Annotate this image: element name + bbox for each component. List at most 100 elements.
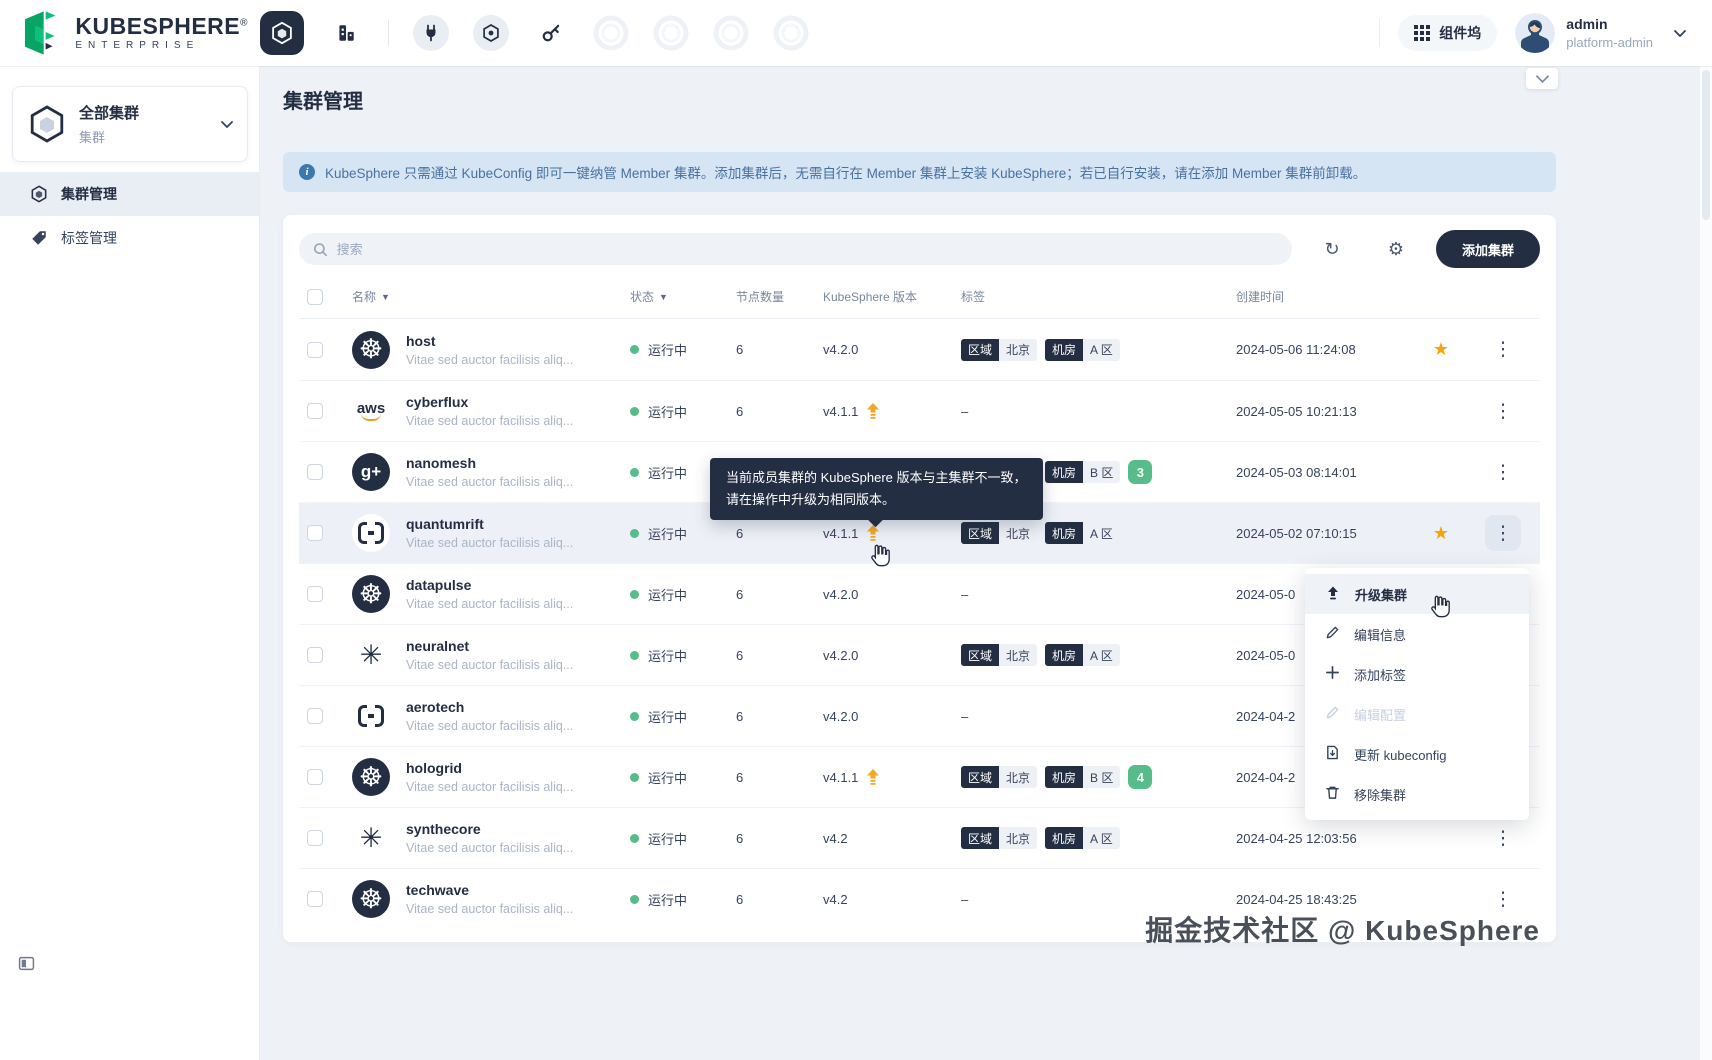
placeholder-ring-icon [713,15,749,51]
menu-item[interactable]: 升级集群 [1305,574,1529,614]
cluster-name-link[interactable]: host [406,333,573,349]
workspace-building-icon[interactable] [328,15,364,51]
node-count: 6 [736,587,823,602]
search-input[interactable] [337,242,1278,257]
tag-count-badge[interactable]: 3 [1128,460,1152,484]
status-cell: 运行中 [630,768,736,787]
favorite-star-icon[interactable]: ★ [1433,339,1449,359]
plug-icon[interactable] [413,15,449,51]
sort-caret-icon[interactable]: ▼ [381,292,390,302]
column-name[interactable]: 名称▼ [352,288,630,305]
column-status[interactable]: 状态▼ [630,288,736,305]
top-nav [260,11,809,55]
created-time: 2024-05-05 10:21:13 [1236,404,1416,419]
settings-gear-button[interactable]: ⚙ [1378,231,1414,267]
favorite-star-icon[interactable]: ★ [1433,523,1449,543]
upgrade-available-icon[interactable] [866,769,880,786]
select-all-checkbox[interactable] [307,289,323,305]
cluster-tag: 机房A 区 [1045,339,1120,361]
cluster-description: Vitae sed auctor facilisis aliq... [406,841,573,855]
row-checkbox[interactable] [307,586,323,602]
sidebar-collapse-icon[interactable] [18,955,36,973]
kubesphere-brand: KUBESPHERE® ENTERPRISE [0,10,248,56]
user-menu[interactable]: admin platform-admin [1515,13,1686,53]
row-more-button[interactable]: ⋮ [1485,820,1521,856]
placeholder-ring-icon [653,15,689,51]
row-checkbox[interactable] [307,769,323,785]
tag-count-badge[interactable]: 4 [1128,765,1152,789]
cluster-description: Vitae sed auctor facilisis aliq... [406,780,573,794]
version-cell: v4.2.0 [823,709,961,724]
status-cell: 运行中 [630,585,736,604]
upgrade-icon [1325,585,1341,604]
column-created: 创建时间 [1236,288,1416,305]
row-checkbox[interactable] [307,708,323,724]
row-checkbox[interactable] [307,403,323,419]
cluster-name-link[interactable]: hologrid [406,760,573,776]
edit-icon [1325,705,1340,723]
row-checkbox[interactable] [307,647,323,663]
cluster-description: Vitae sed auctor facilisis aliq... [406,902,573,916]
cluster-name-link[interactable]: techwave [406,882,573,898]
status-dot [630,651,639,660]
version-cell: v4.2.0 [823,587,961,602]
row-checkbox[interactable] [307,830,323,846]
chevron-down-icon[interactable] [1674,30,1686,37]
row-more-button[interactable]: ⋮ [1485,515,1521,551]
panel-collapse-button[interactable] [1526,68,1558,89]
tags-cell: 区域北京机房B 区4 [961,765,1236,789]
component-dock-button[interactable]: 组件坞 [1398,15,1497,51]
upgrade-available-icon[interactable] [866,525,880,542]
add-cluster-button[interactable]: 添加集群 [1436,230,1540,268]
cluster-description: Vitae sed auctor facilisis aliq... [406,414,573,428]
cluster-cube-icon[interactable] [260,11,304,55]
version-mismatch-tooltip: 当前成员集群的 KubeSphere 版本与主集群不一致， 请在操作中升级为相同… [710,458,1043,520]
scrollbar[interactable] [1700,66,1712,1060]
row-more-button[interactable]: ⋮ [1485,454,1521,490]
row-checkbox[interactable] [307,464,323,480]
row-checkbox[interactable] [307,891,323,907]
sidebar-item-tag-management[interactable]: 标签管理 [0,216,259,260]
table-row[interactable]: awscyberfluxVitae sed auctor facilisis a… [299,380,1540,441]
menu-item-label: 编辑信息 [1354,625,1406,644]
search-box[interactable] [299,233,1292,265]
sort-caret-icon[interactable]: ▼ [659,292,668,302]
cursor-hand-icon [1428,594,1451,624]
row-more-button[interactable]: ⋮ [1485,393,1521,429]
scrollbar-thumb[interactable] [1702,70,1710,220]
menu-item[interactable]: 编辑信息 [1305,614,1529,654]
sidebar-item-cluster-management[interactable]: 集群管理 [0,172,259,216]
status-cell: 运行中 [630,646,736,665]
cluster-scope-selector[interactable]: 全部集群 集群 [12,86,248,162]
cluster-tag: 区域北京 [961,766,1037,788]
cluster-description: Vitae sed auctor facilisis aliq... [406,719,573,733]
node-count: 6 [736,831,823,846]
row-more-button[interactable]: ⋮ [1485,332,1521,368]
menu-item[interactable]: 更新 kubeconfig [1305,734,1529,774]
upgrade-available-icon[interactable] [866,403,880,420]
kubernetes-logo: ☸ [352,575,390,613]
cluster-name-link[interactable]: synthecore [406,821,573,837]
cluster-name-link[interactable]: datapulse [406,577,573,593]
dock-label: 组件坞 [1439,23,1481,43]
node-count: 6 [736,709,823,724]
page-title: 集群管理 [283,85,363,114]
row-checkbox[interactable] [307,342,323,358]
app-header: KUBESPHERE® ENTERPRISE 组件坞 admin platfor… [0,0,1712,66]
cluster-name-link[interactable]: quantumrift [406,516,573,532]
refresh-button[interactable]: ↻ [1314,231,1350,267]
row-checkbox[interactable] [307,525,323,541]
table-row[interactable]: ☸hostVitae sed auctor facilisis aliq...运… [299,319,1540,380]
node-count: 6 [736,770,823,785]
cluster-name-link[interactable]: neuralnet [406,638,573,654]
cluster-name-link[interactable]: aerotech [406,699,573,715]
cluster-tag: 区域北京 [961,522,1037,544]
access-key-icon[interactable] [533,15,569,51]
kubernetes-logo: ☸ [352,331,390,369]
cluster-name-link[interactable]: nanomesh [406,455,573,471]
menu-item[interactable]: 移除集群 [1305,774,1529,814]
cluster-name-link[interactable]: cyberflux [406,394,573,410]
user-role: platform-admin [1566,35,1653,50]
hexagon-dot-icon[interactable] [473,15,509,51]
menu-item[interactable]: 添加标签 [1305,654,1529,694]
